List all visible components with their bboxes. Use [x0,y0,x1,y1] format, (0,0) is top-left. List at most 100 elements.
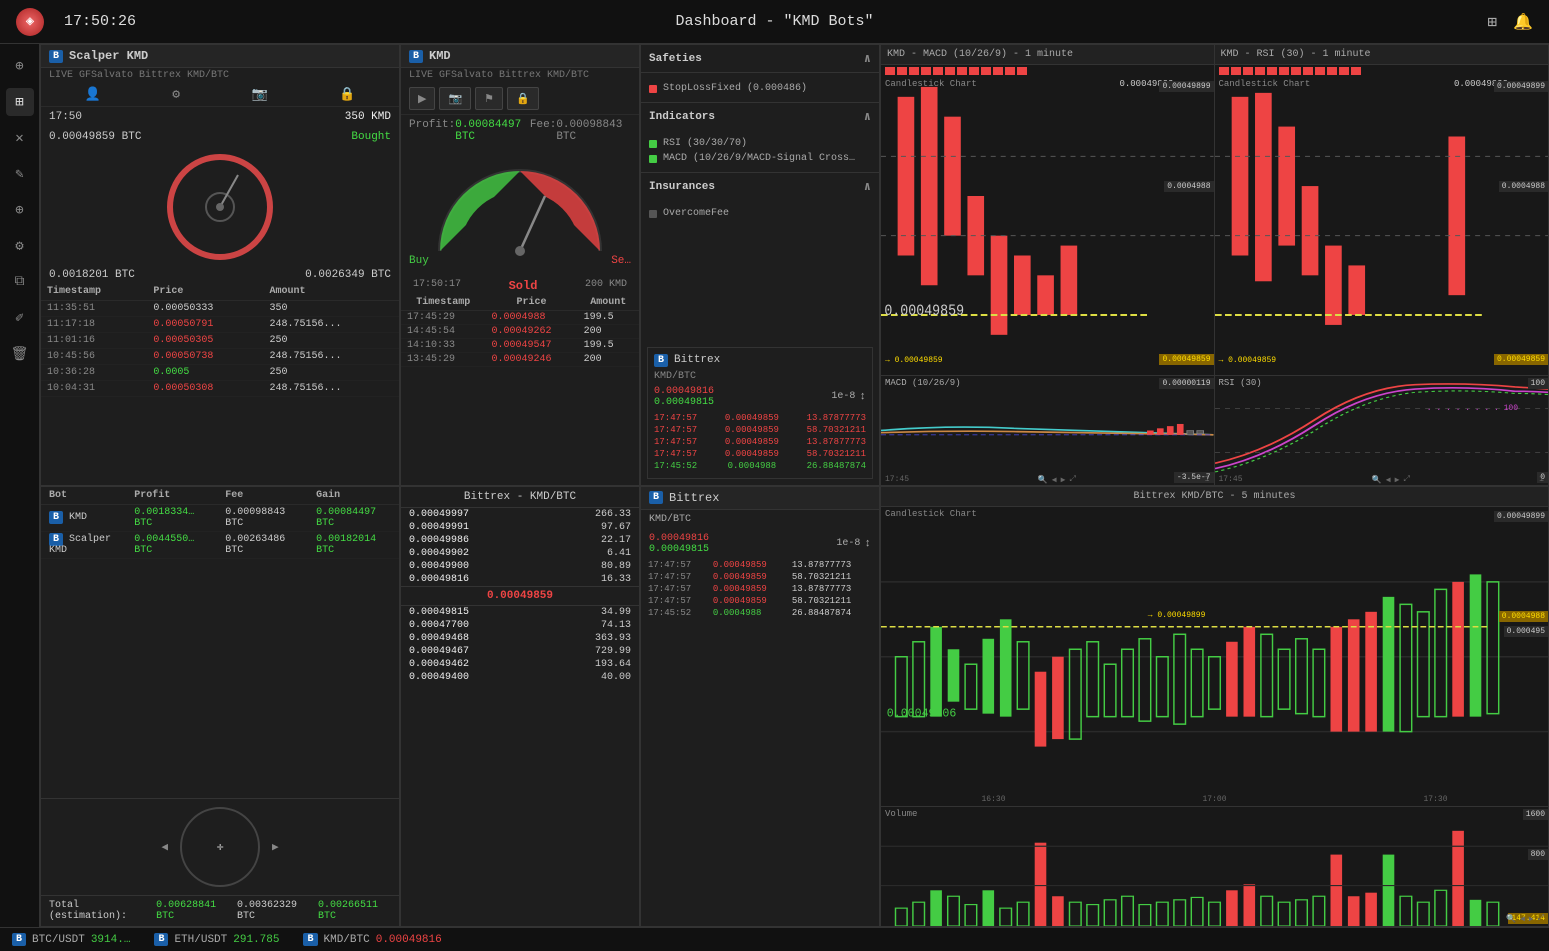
bots-row-kmd: B KMD 0.0018334… BTC 0.00098843 BTC 0.00… [41,504,399,531]
bots-scalper-name: B Scalper KMD [41,531,126,558]
orderbook-title: Bittrex - KMD/BTC [401,487,639,508]
rb3 [909,67,919,75]
rsi-price-tag-mid: 0.0004988 [1499,181,1548,192]
sidebar-item-settings[interactable]: ⚙ [6,232,34,260]
macd-zoom-icon[interactable]: 🔍 [1038,475,1048,485]
rsi-rb4 [1255,67,1265,75]
orderbook-scroll[interactable]: 0.00049997 266.33 0.00049991 97.67 0.000… [401,508,639,927]
bt-r4-amount: 58.70321211 [789,595,875,607]
chart5m-nav: 🔍 ◀ ▶ ⤢ [881,912,1548,926]
bt-trade-2: 17:47:57 0.00049859 58.70321211 [654,424,866,436]
bid-2-price: 0.00047700 [409,620,469,631]
kmd-action-flag[interactable]: ⚑ [475,87,503,110]
orderbook-panel: Bittrex - KMD/BTC 0.00049997 266.33 0.00… [400,486,640,928]
chart5m-nav-left[interactable]: ◀ [1520,914,1525,924]
col-timestamp: Timestamp [41,283,147,301]
kmd-action-play[interactable]: ▶ [409,87,435,110]
rsi-nav-left[interactable]: ◀ [1386,475,1391,485]
sidebar-item-edit[interactable]: ✎ [6,160,34,188]
rsi-time-right: 1 [1539,475,1544,485]
scalper-badge: B [49,50,63,63]
kmd-col-ts: Timestamp [401,295,485,311]
bid-5: 0.00049462 193.64 [401,658,639,671]
rsi-rb6 [1279,67,1289,75]
bt-r1-time: 17:47:57 [645,559,710,571]
bt-r3-price: 0.00049859 [710,583,789,595]
sidebar-item-grid[interactable]: ⊞ [6,88,34,116]
bt-t2-time: 17:47:57 [654,425,697,435]
lock-icon[interactable]: 🔒 [339,87,355,102]
chart5m-price-high: 0.00049899 [1494,511,1548,522]
kmd-action-camera[interactable]: 📷 [439,87,471,110]
bid-1-price: 0.00049815 [409,607,469,618]
macd-nav-expand[interactable]: ⤢ [1069,475,1075,485]
bt-r4-price: 0.00049859 [710,595,789,607]
indicator-rsi-label: RSI (30/30/70) [663,138,747,149]
sidebar-item-home[interactable]: ⊕ [6,52,34,80]
safeties-bottom: B Bittrex KMD/BTC 0.00049816 0.00049815 … [641,225,879,485]
rsi-nav-right[interactable]: ▶ [1395,475,1400,485]
settings-icon[interactable]: ⚙ [172,87,180,102]
macd-nav-right[interactable]: ▶ [1061,475,1066,485]
kmd-trades-container[interactable]: Timestamp Price Amount 17:45:29 0.000498… [401,295,639,485]
sidebar-item-copy[interactable]: ⧉ [6,268,34,296]
nav-circle[interactable]: ✛ [180,807,260,887]
chart5m-zoom[interactable]: 🔍 [1506,914,1516,924]
insurances-collapse[interactable]: ∧ [864,179,871,194]
bt-t3-time: 17:47:57 [654,437,697,447]
bittrex-recent-trades[interactable]: 17:47:57 0.00049859 13.87877773 17:47:57… [641,559,879,927]
bots-table: Bot Profit Fee Gain B KMD 0.0018334… BTC… [41,487,399,559]
macd-nav-left[interactable]: ◀ [1052,475,1057,485]
kmd-trades-body: 17:45:29 0.0004988 199.5 14:45:54 0.0004… [401,311,639,367]
screen-icon[interactable]: ⊞ [1487,12,1497,32]
nav-left-btn[interactable]: ◀ [161,840,168,854]
bell-icon[interactable]: 🔔 [1513,12,1533,32]
nav-right-btn[interactable]: ▶ [272,840,279,854]
rb11 [1005,67,1015,75]
rb1 [885,67,895,75]
bt-t5-amount: 26.88487874 [807,461,866,471]
chart5m-nav-expand[interactable]: ⤢ [1538,914,1544,924]
divider-1 [641,102,879,103]
rsi-price-tag-current: 0.00049859 [1494,354,1548,365]
bots-panel: Bot Profit Fee Gain B KMD 0.0018334… BTC… [40,486,400,928]
sidebar-item-trash[interactable]: 🗑 [6,340,34,368]
scalper-gauge-info: 0.0018201 BTC 0.0026349 BTC [41,267,399,283]
insurance-dot [649,210,657,218]
rsi-zoom-icon[interactable]: 🔍 [1372,475,1382,485]
bittrex-ex-title: Bittrex [669,491,719,505]
sidebar-item-close[interactable]: ✕ [6,124,34,152]
rsi-candle-label: Candlestick Chart [1219,79,1311,89]
camera-icon[interactable]: 📷 [251,87,267,102]
rsi-nav-expand[interactable]: ⤢ [1403,475,1409,485]
bid-2: 0.00047700 74.13 [401,619,639,632]
safeties-panel: Safeties ∧ StopLossFixed (0.000486) Indi… [640,44,880,486]
chart5m-svg: 0.00049306 [881,507,1548,807]
chart5m-nav-right[interactable]: ▶ [1529,914,1534,924]
ask-3: 0.00049986 22.17 [401,534,639,547]
sidebar-item-add[interactable]: ⊕ [6,196,34,224]
bittrex-mini-ticker: KMD/BTC [654,371,866,382]
safeties-collapse[interactable]: ∧ [864,51,871,66]
kmd-action-lock[interactable]: 🔒 [507,87,539,110]
indicator-dot-macd [649,155,657,163]
bittrex-mini-panel: B Bittrex KMD/BTC 0.00049816 0.00049815 … [647,347,873,479]
left-sidebar: ⊕ ⊞ ✕ ✎ ⊕ ⚙ ⧉ ✐ 🗑 [0,44,40,927]
user-icon[interactable]: 👤 [85,87,101,102]
scalper-header: B Scalper KMD [41,45,399,68]
sidebar-item-pen[interactable]: ✐ [6,304,34,332]
chart5m-arrow-current: → 0.00049899 [1148,611,1206,620]
ask-5: 0.00049900 80.89 [401,560,639,573]
bt-r5-time: 17:45:52 [645,607,710,619]
macd-time-right: 1 [1205,475,1210,485]
indicators-collapse[interactable]: ∧ [864,109,871,124]
rb6 [945,67,955,75]
ask-3-price: 0.00049986 [409,535,469,546]
bots-table-container[interactable]: Bot Profit Fee Gain B KMD 0.0018334… BTC… [41,487,399,799]
svg-text:0.00049859: 0.00049859 [884,303,964,320]
macd-candle-svg: 0.00049859 [881,77,1214,375]
vol-high: 1600 [1523,809,1548,820]
scalper-trades-container[interactable]: Timestamp Price Amount 11:35:51 0.000503… [41,283,399,485]
bt-t5-price: 0.0004988 [728,461,777,471]
kmd-col-price: Price [485,295,577,311]
